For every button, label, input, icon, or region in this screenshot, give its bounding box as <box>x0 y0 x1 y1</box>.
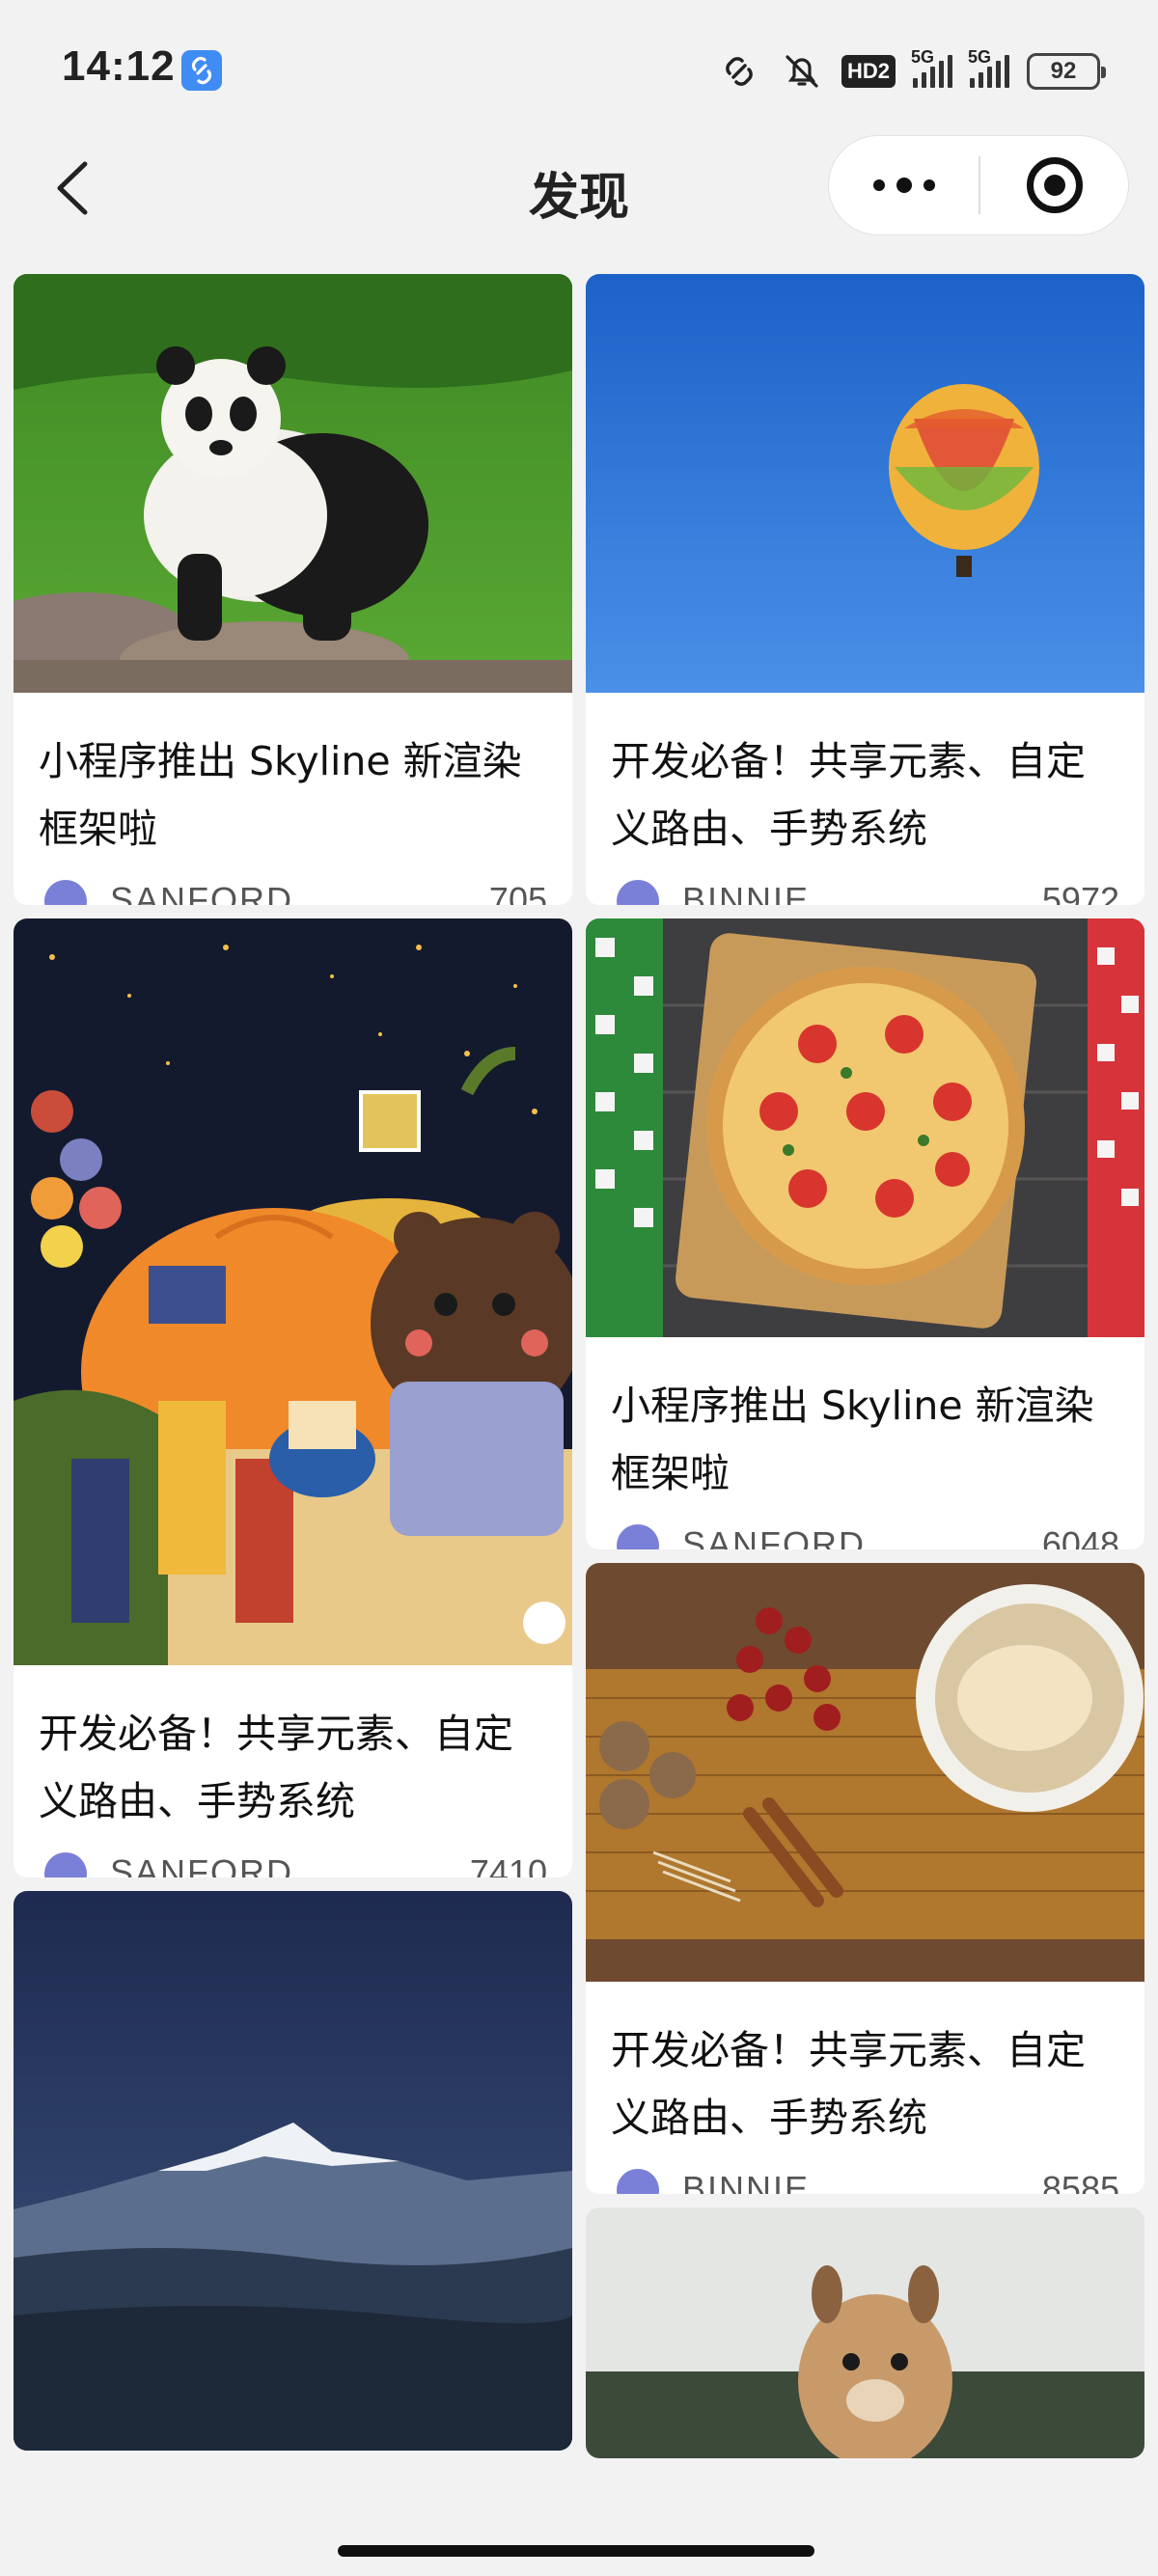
battery-indicator: 92 <box>1027 53 1106 90</box>
target-circle-icon <box>1026 157 1083 213</box>
card-image-snow-mountain <box>14 1891 572 2451</box>
card-meta: SANFORD 705 <box>14 872 572 905</box>
card-image-alpaca <box>586 2207 1144 2458</box>
card-image-pizza <box>586 918 1144 1337</box>
card-image-party-illustration <box>14 918 572 1665</box>
signal-strength-icon-2: 5G <box>968 47 1009 88</box>
card-meta: BINNIE 5972 <box>586 872 1144 905</box>
like-count: 8585 <box>1041 2169 1119 2194</box>
feed-column-right: 开发必备！共享元素、自定义路由、手势系统 BINNIE 5972 小程序推出 S… <box>586 274 1144 2472</box>
author-name: SANFORD <box>682 1524 867 1549</box>
card-title: 小程序推出 Skyline 新渲染框架啦 <box>39 738 522 852</box>
hotspot-link-icon <box>716 52 762 91</box>
more-button[interactable] <box>829 136 979 234</box>
like-count: 5972 <box>1041 880 1119 905</box>
author-avatar <box>44 1852 87 1877</box>
more-dots-icon <box>872 179 885 191</box>
author-avatar <box>617 880 659 905</box>
card-meta: BINNIE 8585 <box>586 2161 1144 2194</box>
card-meta: SANFORD 6048 <box>586 1517 1144 1549</box>
card-meta: SANFORD 7410 <box>14 1845 572 1877</box>
card-image-chicken-soup <box>586 1563 1144 1982</box>
card-title: 小程序推出 Skyline 新渲染框架啦 <box>611 1383 1094 1496</box>
mini-program-capsule <box>828 135 1129 235</box>
discover-feed[interactable]: 小程序推出 Skyline 新渲染框架啦 SANFORD 705 开发必备！共享… <box>14 274 1144 2522</box>
card-image-hot-air-balloon <box>586 274 1144 693</box>
nav-bar: 发现 <box>0 135 1158 241</box>
close-mini-program-button[interactable] <box>980 136 1128 234</box>
feed-card[interactable]: 开发必备！共享元素、自定义路由、手势系统 BINNIE 5972 <box>586 274 1144 905</box>
author-name: BINNIE <box>682 2169 811 2194</box>
author-avatar <box>44 880 87 905</box>
feed-card[interactable] <box>586 2207 1144 2458</box>
author-name: BINNIE <box>682 880 811 905</box>
card-title: 开发必备！共享元素、自定义路由、手势系统 <box>611 738 1086 852</box>
like-count: 705 <box>488 880 547 905</box>
like-count: 6048 <box>1041 1524 1119 1549</box>
feed-card[interactable]: 开发必备！共享元素、自定义路由、手势系统 SANFORD 7410 <box>14 918 572 1877</box>
author-avatar <box>617 2169 659 2194</box>
author-name: SANFORD <box>110 880 294 905</box>
author-avatar <box>617 1524 659 1549</box>
author-name: SANFORD <box>110 1852 294 1877</box>
status-bar: 14:12 HD2 5G 5G 92 <box>0 0 1158 135</box>
card-title: 开发必备！共享元素、自定义路由、手势系统 <box>611 2027 1086 2141</box>
signal-strength-icon-1: 5G <box>911 47 952 88</box>
status-time: 14:12 <box>62 42 176 90</box>
feed-card[interactable]: 开发必备！共享元素、自定义路由、手势系统 BINNIE 8585 <box>586 1563 1144 2194</box>
card-title: 开发必备！共享元素、自定义路由、手势系统 <box>39 1711 513 1824</box>
card-image-panda <box>14 274 572 693</box>
mute-bell-icon <box>780 52 824 91</box>
feed-card[interactable]: 小程序推出 Skyline 新渲染框架啦 SANFORD 6048 <box>586 918 1144 1549</box>
hd-voice-badge: HD2 <box>841 55 896 88</box>
home-indicator[interactable] <box>338 2545 814 2557</box>
feed-card[interactable] <box>14 1891 572 2451</box>
like-count: 7410 <box>469 1852 547 1877</box>
feed-card[interactable]: 小程序推出 Skyline 新渲染框架啦 SANFORD 705 <box>14 274 572 905</box>
link-app-icon <box>181 50 222 91</box>
feed-column-left: 小程序推出 Skyline 新渲染框架啦 SANFORD 705 开发必备！共享… <box>14 274 572 2464</box>
